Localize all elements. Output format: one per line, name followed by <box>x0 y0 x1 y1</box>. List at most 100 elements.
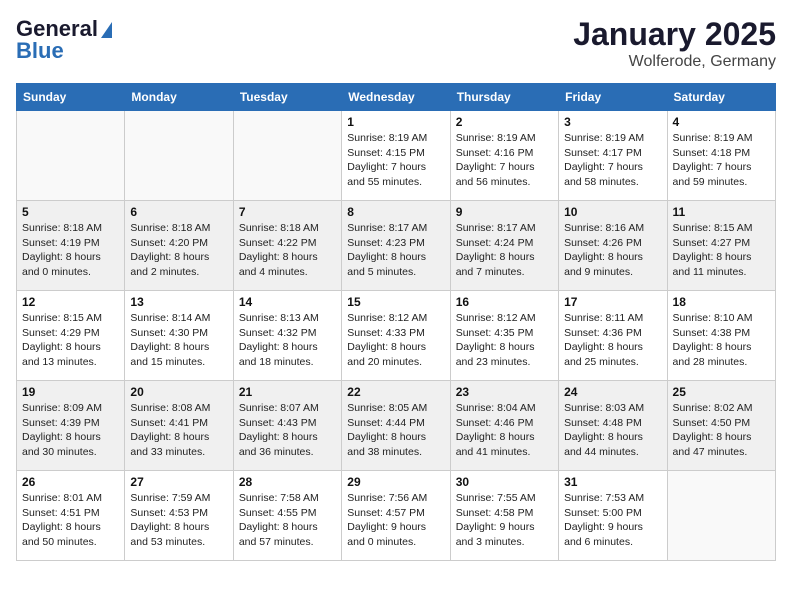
day-number: 3 <box>564 115 661 129</box>
page-header: General Blue January 2025 Wolferode, Ger… <box>16 16 776 71</box>
calendar-day: 11 Sunrise: 8:15 AM Sunset: 4:27 PM Dayli… <box>667 201 775 291</box>
weekday-tuesday: Tuesday <box>233 84 341 111</box>
calendar-day: 8Sunrise: 8:17 AM Sunset: 4:23 PM Daylig… <box>342 201 450 291</box>
calendar-day: 21 Sunrise: 8:07 AM Sunset: 4:43 PM Dayli… <box>233 381 341 471</box>
day-info: Sunrise: 8:15 AM Sunset: 4:27 PM Dayligh… <box>673 221 770 280</box>
day-number: 18 <box>673 295 770 309</box>
day-info: Sunrise: 8:07 AM Sunset: 4:43 PM Dayligh… <box>239 401 336 460</box>
calendar-day: 6Sunrise: 8:18 AM Sunset: 4:20 PM Daylig… <box>125 201 233 291</box>
calendar-day: 15 Sunrise: 8:12 AM Sunset: 4:33 PM Dayli… <box>342 291 450 381</box>
calendar-day: 9 Sunrise: 8:17 AM Sunset: 4:24 PM Daylig… <box>450 201 558 291</box>
day-number: 26 <box>22 475 119 489</box>
calendar-day: 3 Sunrise: 8:19 AM Sunset: 4:17 PM Daylig… <box>559 111 667 201</box>
day-number: 27 <box>130 475 227 489</box>
day-info: Sunrise: 8:13 AM Sunset: 4:32 PM Dayligh… <box>239 311 336 370</box>
day-info: Sunrise: 8:18 AM Sunset: 4:19 PM Dayligh… <box>22 221 119 280</box>
calendar-day <box>125 111 233 201</box>
location: Wolferode, Germany <box>573 53 776 71</box>
day-info: Sunrise: 8:19 AM Sunset: 4:15 PM Dayligh… <box>347 131 444 190</box>
day-number: 28 <box>239 475 336 489</box>
day-number: 23 <box>456 385 553 399</box>
calendar-day: 4 Sunrise: 8:19 AM Sunset: 4:18 PM Daylig… <box>667 111 775 201</box>
calendar-day: 12Sunrise: 8:15 AM Sunset: 4:29 PM Dayli… <box>17 291 125 381</box>
day-number: 24 <box>564 385 661 399</box>
calendar-day: 23 Sunrise: 8:04 AM Sunset: 4:46 PM Dayli… <box>450 381 558 471</box>
calendar-day: 1 Sunrise: 8:19 AM Sunset: 4:15 PM Daylig… <box>342 111 450 201</box>
day-number: 6 <box>130 205 227 219</box>
calendar-day: 30Sunrise: 7:55 AM Sunset: 4:58 PM Dayli… <box>450 471 558 561</box>
calendar-day <box>667 471 775 561</box>
calendar-day: 31 Sunrise: 7:53 AM Sunset: 5:00 PM Dayli… <box>559 471 667 561</box>
day-number: 7 <box>239 205 336 219</box>
day-number: 8 <box>347 205 444 219</box>
day-number: 20 <box>130 385 227 399</box>
day-number: 31 <box>564 475 661 489</box>
day-info: Sunrise: 8:19 AM Sunset: 4:17 PM Dayligh… <box>564 131 661 190</box>
calendar-day: 29 Sunrise: 7:56 AM Sunset: 4:57 PM Dayli… <box>342 471 450 561</box>
calendar-day: 5 Sunrise: 8:18 AM Sunset: 4:19 PM Daylig… <box>17 201 125 291</box>
day-info: Sunrise: 8:12 AM Sunset: 4:35 PM Dayligh… <box>456 311 553 370</box>
month-title: January 2025 <box>573 16 776 53</box>
calendar-day: 19Sunrise: 8:09 AM Sunset: 4:39 PM Dayli… <box>17 381 125 471</box>
day-info: Sunrise: 7:53 AM Sunset: 5:00 PM Dayligh… <box>564 491 661 550</box>
day-number: 11 <box>673 205 770 219</box>
calendar-day: 13 Sunrise: 8:14 AM Sunset: 4:30 PM Dayli… <box>125 291 233 381</box>
title-block: January 2025 Wolferode, Germany <box>573 16 776 71</box>
calendar-day: 20Sunrise: 8:08 AM Sunset: 4:41 PM Dayli… <box>125 381 233 471</box>
day-info: Sunrise: 8:04 AM Sunset: 4:46 PM Dayligh… <box>456 401 553 460</box>
day-info: Sunrise: 7:56 AM Sunset: 4:57 PM Dayligh… <box>347 491 444 550</box>
weekday-saturday: Saturday <box>667 84 775 111</box>
day-info: Sunrise: 8:03 AM Sunset: 4:48 PM Dayligh… <box>564 401 661 460</box>
day-info: Sunrise: 8:10 AM Sunset: 4:38 PM Dayligh… <box>673 311 770 370</box>
weekday-wednesday: Wednesday <box>342 84 450 111</box>
day-number: 30 <box>456 475 553 489</box>
calendar-table: SundayMondayTuesdayWednesdayThursdayFrid… <box>16 83 776 561</box>
day-number: 2 <box>456 115 553 129</box>
day-info: Sunrise: 8:19 AM Sunset: 4:18 PM Dayligh… <box>673 131 770 190</box>
day-info: Sunrise: 8:14 AM Sunset: 4:30 PM Dayligh… <box>130 311 227 370</box>
logo-arrow-icon <box>101 22 112 38</box>
calendar-day <box>233 111 341 201</box>
day-number: 29 <box>347 475 444 489</box>
weekday-sunday: Sunday <box>17 84 125 111</box>
day-number: 1 <box>347 115 444 129</box>
calendar-day: 26Sunrise: 8:01 AM Sunset: 4:51 PM Dayli… <box>17 471 125 561</box>
calendar-week-2: 12Sunrise: 8:15 AM Sunset: 4:29 PM Dayli… <box>17 291 776 381</box>
calendar-day <box>17 111 125 201</box>
calendar-week-4: 26Sunrise: 8:01 AM Sunset: 4:51 PM Dayli… <box>17 471 776 561</box>
day-number: 10 <box>564 205 661 219</box>
day-number: 9 <box>456 205 553 219</box>
logo-blue: Blue <box>16 38 64 64</box>
day-number: 15 <box>347 295 444 309</box>
weekday-header-row: SundayMondayTuesdayWednesdayThursdayFrid… <box>17 84 776 111</box>
day-info: Sunrise: 8:16 AM Sunset: 4:26 PM Dayligh… <box>564 221 661 280</box>
day-number: 21 <box>239 385 336 399</box>
calendar-day: 14Sunrise: 8:13 AM Sunset: 4:32 PM Dayli… <box>233 291 341 381</box>
day-info: Sunrise: 8:19 AM Sunset: 4:16 PM Dayligh… <box>456 131 553 190</box>
calendar-day: 25 Sunrise: 8:02 AM Sunset: 4:50 PM Dayli… <box>667 381 775 471</box>
calendar-week-1: 5 Sunrise: 8:18 AM Sunset: 4:19 PM Daylig… <box>17 201 776 291</box>
calendar-day: 16Sunrise: 8:12 AM Sunset: 4:35 PM Dayli… <box>450 291 558 381</box>
logo: General Blue <box>16 16 112 64</box>
weekday-monday: Monday <box>125 84 233 111</box>
day-number: 25 <box>673 385 770 399</box>
calendar-day: 17 Sunrise: 8:11 AM Sunset: 4:36 PM Dayli… <box>559 291 667 381</box>
calendar-day: 22Sunrise: 8:05 AM Sunset: 4:44 PM Dayli… <box>342 381 450 471</box>
day-info: Sunrise: 7:58 AM Sunset: 4:55 PM Dayligh… <box>239 491 336 550</box>
day-info: Sunrise: 8:02 AM Sunset: 4:50 PM Dayligh… <box>673 401 770 460</box>
day-info: Sunrise: 8:11 AM Sunset: 4:36 PM Dayligh… <box>564 311 661 370</box>
day-info: Sunrise: 8:12 AM Sunset: 4:33 PM Dayligh… <box>347 311 444 370</box>
day-number: 5 <box>22 205 119 219</box>
calendar-week-0: 1 Sunrise: 8:19 AM Sunset: 4:15 PM Daylig… <box>17 111 776 201</box>
day-number: 17 <box>564 295 661 309</box>
day-info: Sunrise: 8:15 AM Sunset: 4:29 PM Dayligh… <box>22 311 119 370</box>
weekday-thursday: Thursday <box>450 84 558 111</box>
day-info: Sunrise: 8:05 AM Sunset: 4:44 PM Dayligh… <box>347 401 444 460</box>
calendar-day: 28 Sunrise: 7:58 AM Sunset: 4:55 PM Dayli… <box>233 471 341 561</box>
calendar-day: 27Sunrise: 7:59 AM Sunset: 4:53 PM Dayli… <box>125 471 233 561</box>
day-number: 19 <box>22 385 119 399</box>
calendar-day: 24 Sunrise: 8:03 AM Sunset: 4:48 PM Dayli… <box>559 381 667 471</box>
day-info: Sunrise: 8:17 AM Sunset: 4:24 PM Dayligh… <box>456 221 553 280</box>
day-number: 4 <box>673 115 770 129</box>
day-number: 13 <box>130 295 227 309</box>
